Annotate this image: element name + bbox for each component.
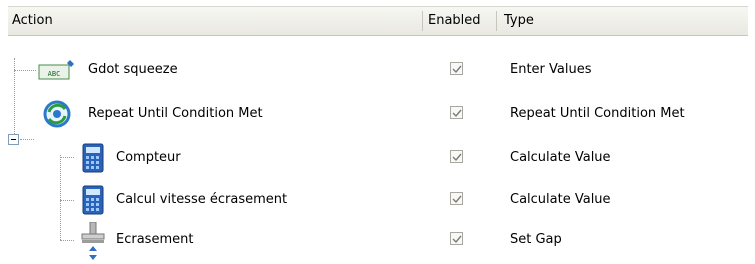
row-type: Repeat Until Condition Met — [510, 106, 685, 121]
row-type: Calculate Value — [510, 150, 611, 165]
column-header: Action Enabled Type — [8, 6, 748, 36]
column-divider[interactable] — [496, 11, 497, 31]
column-divider[interactable] — [422, 11, 423, 31]
column-header-enabled[interactable]: Enabled — [424, 7, 498, 35]
row-label: Calcul vitesse écrasement — [116, 192, 288, 207]
row-type: Set Gap — [510, 232, 562, 247]
row-label: Ecrasement — [116, 232, 194, 247]
tree-row[interactable]: Compteur Calculate Value — [8, 136, 748, 180]
tree-row[interactable]: Calcul vitesse écrasement Calculate Valu… — [8, 178, 748, 222]
set-gap-icon — [78, 221, 108, 264]
calculator-icon — [82, 143, 104, 177]
enabled-checkbox[interactable] — [450, 232, 463, 245]
enabled-checkbox[interactable] — [450, 106, 463, 119]
svg-text:ABC: ABC — [48, 70, 61, 78]
repeat-loop-icon — [41, 98, 73, 134]
tree-row[interactable]: Ecrasement Set Gap — [8, 218, 748, 262]
enabled-checkbox[interactable] — [450, 192, 463, 205]
enabled-checkbox[interactable] — [450, 150, 463, 163]
row-label: Gdot squeeze — [88, 62, 178, 77]
column-header-type[interactable]: Type — [500, 7, 744, 35]
row-type: Calculate Value — [510, 192, 611, 207]
calculator-icon — [82, 185, 104, 219]
enabled-checkbox[interactable] — [450, 62, 463, 75]
tree-row[interactable]: Repeat Until Condition Met Repeat Until … — [8, 92, 748, 136]
column-header-action[interactable]: Action — [8, 7, 422, 35]
row-type: Enter Values — [510, 62, 592, 77]
row-label: Repeat Until Condition Met — [88, 106, 263, 121]
tree-row[interactable]: ABC Gdot squeeze Enter Values — [8, 48, 748, 92]
row-label: Compteur — [116, 150, 181, 165]
enter-values-icon: ABC — [38, 60, 78, 86]
